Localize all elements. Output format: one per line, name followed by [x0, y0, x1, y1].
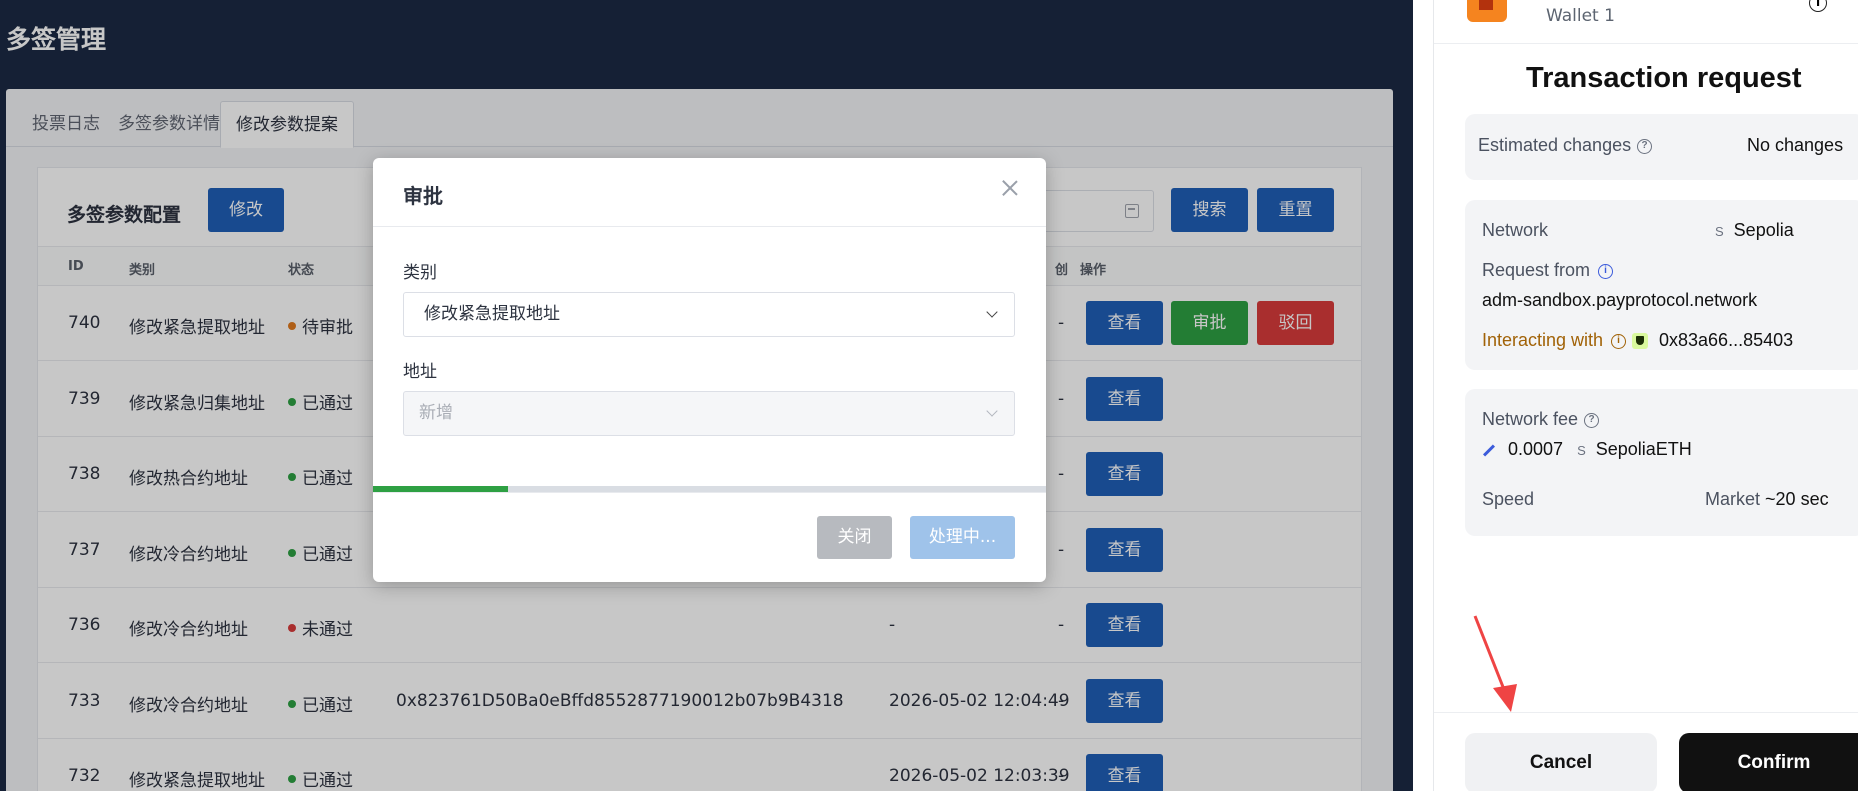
wallet-title: Transaction request [1526, 62, 1802, 94]
processing-button[interactable]: 处理中... [910, 516, 1015, 559]
wallet-logo-icon [1467, 0, 1507, 22]
type-select[interactable]: 修改紧急提取地址 [403, 292, 1015, 337]
network-fee-box: Network fee? 0.0007 S SepoliaETH Speed Mar… [1465, 389, 1858, 536]
request-from-value: adm-sandbox.payprotocol.network [1482, 290, 1758, 310]
speed-label: Speed [1482, 489, 1535, 509]
warning-icon[interactable]: i [1611, 333, 1627, 349]
chevron-down-icon [986, 405, 998, 417]
admin-app: 多签管理 投票日志 多签参数详情 修改参数提案 多签参数配置 修改 搜索 重置 … [0, 0, 1413, 791]
network-badge-icon: S [1577, 443, 1586, 458]
interacting-with-address[interactable]: 0x83a66...85403 [1659, 330, 1793, 351]
wallet-header: Wallet 1 i [1434, 0, 1858, 44]
wallet-panel: Wallet 1 i Transaction request Estimated… [1413, 0, 1858, 791]
divider [373, 492, 1046, 493]
network-label: Network [1482, 220, 1549, 240]
confirm-button[interactable]: Confirm [1679, 733, 1858, 791]
info-icon[interactable]: i [1598, 263, 1614, 279]
address-select-placeholder: 新增 [419, 403, 453, 423]
speed-value: Market ~20 sec [1705, 489, 1829, 509]
divider [1433, 0, 1434, 791]
divider [1434, 712, 1858, 713]
dialog-title: 审批 [403, 184, 443, 208]
network-box: Network S Sepolia Request from i adm-sandb… [1465, 200, 1858, 370]
shield-icon [1632, 333, 1649, 350]
close-icon[interactable] [998, 176, 1022, 200]
edit-pencil-icon[interactable] [1482, 444, 1496, 457]
divider [373, 226, 1046, 227]
cancel-button[interactable]: Cancel [1465, 733, 1657, 791]
address-select[interactable]: 新增 [403, 391, 1015, 436]
interacting-with-label: Interacting with i [1482, 330, 1649, 351]
account-name[interactable]: Wallet 1 [1546, 6, 1615, 26]
estimated-changes-box: Estimated changes? No changes [1465, 114, 1858, 180]
help-icon[interactable]: ? [1584, 412, 1600, 428]
help-icon[interactable]: ? [1637, 138, 1653, 154]
network-fee-label: Network fee? [1482, 409, 1600, 430]
network-value: S Sepolia [1715, 220, 1794, 240]
info-icon[interactable]: i [1809, 0, 1827, 12]
estimated-changes-value: No changes [1747, 135, 1844, 155]
close-button[interactable]: 关闭 [817, 516, 892, 559]
chevron-down-icon [986, 306, 998, 318]
network-fee-value: 0.0007 S SepoliaETH [1482, 439, 1692, 460]
network-badge-icon: S [1715, 224, 1724, 239]
request-from-label: Request from i [1482, 260, 1614, 281]
estimated-changes-label: Estimated changes? [1478, 135, 1653, 156]
type-label: 类别 [403, 263, 437, 283]
type-select-value: 修改紧急提取地址 [424, 304, 560, 324]
approval-dialog: 审批 类别 修改紧急提取地址 地址 新增 关闭 处理中... [373, 158, 1046, 582]
address-label: 地址 [403, 362, 437, 382]
